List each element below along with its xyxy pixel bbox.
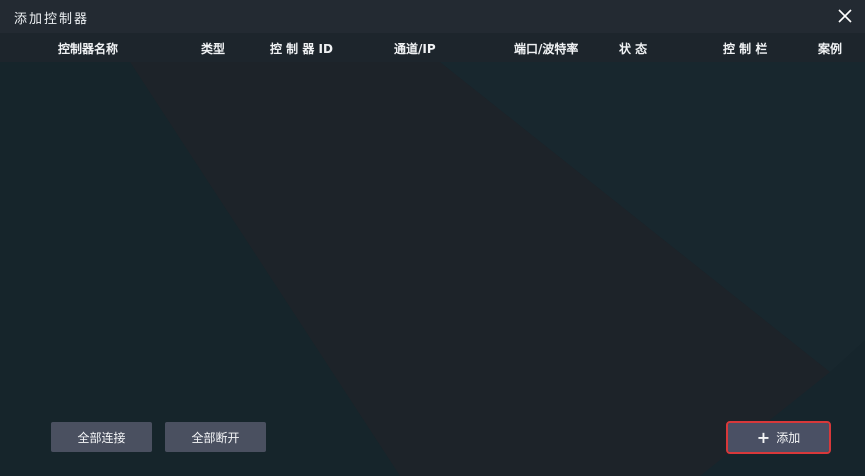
plus-icon: + — [756, 427, 771, 447]
close-button[interactable] — [835, 6, 855, 26]
column-status[interactable]: 状 态 — [619, 40, 647, 57]
column-controller-name[interactable]: 控制器名称 — [58, 40, 118, 57]
add-controller-dialog: 添加控制器 控制器名称 类型 控 制 器 ID 通道/IP 端口/波特率 状 态… — [0, 0, 865, 476]
column-control-bar[interactable]: 控 制 栏 — [723, 40, 767, 57]
add-button-label: 添加 — [776, 431, 801, 445]
column-controller-id[interactable]: 控 制 器 ID — [270, 40, 333, 57]
table-header: 控制器名称 类型 控 制 器 ID 通道/IP 端口/波特率 状 态 控 制 栏… — [0, 33, 865, 62]
column-type[interactable]: 类型 — [201, 40, 225, 57]
dialog-title: 添加控制器 — [14, 12, 90, 27]
connect-all-button[interactable]: 全部连接 — [51, 422, 152, 452]
add-button[interactable]: + 添加 — [726, 421, 831, 454]
column-channel-ip[interactable]: 通道/IP — [394, 40, 436, 57]
title-bar: 添加控制器 — [0, 0, 865, 33]
column-example[interactable]: 案例 — [818, 40, 842, 57]
table-body — [0, 62, 865, 412]
disconnect-all-button[interactable]: 全部断开 — [165, 422, 266, 452]
column-port-baudrate[interactable]: 端口/波特率 — [514, 40, 578, 57]
close-icon — [838, 9, 852, 23]
